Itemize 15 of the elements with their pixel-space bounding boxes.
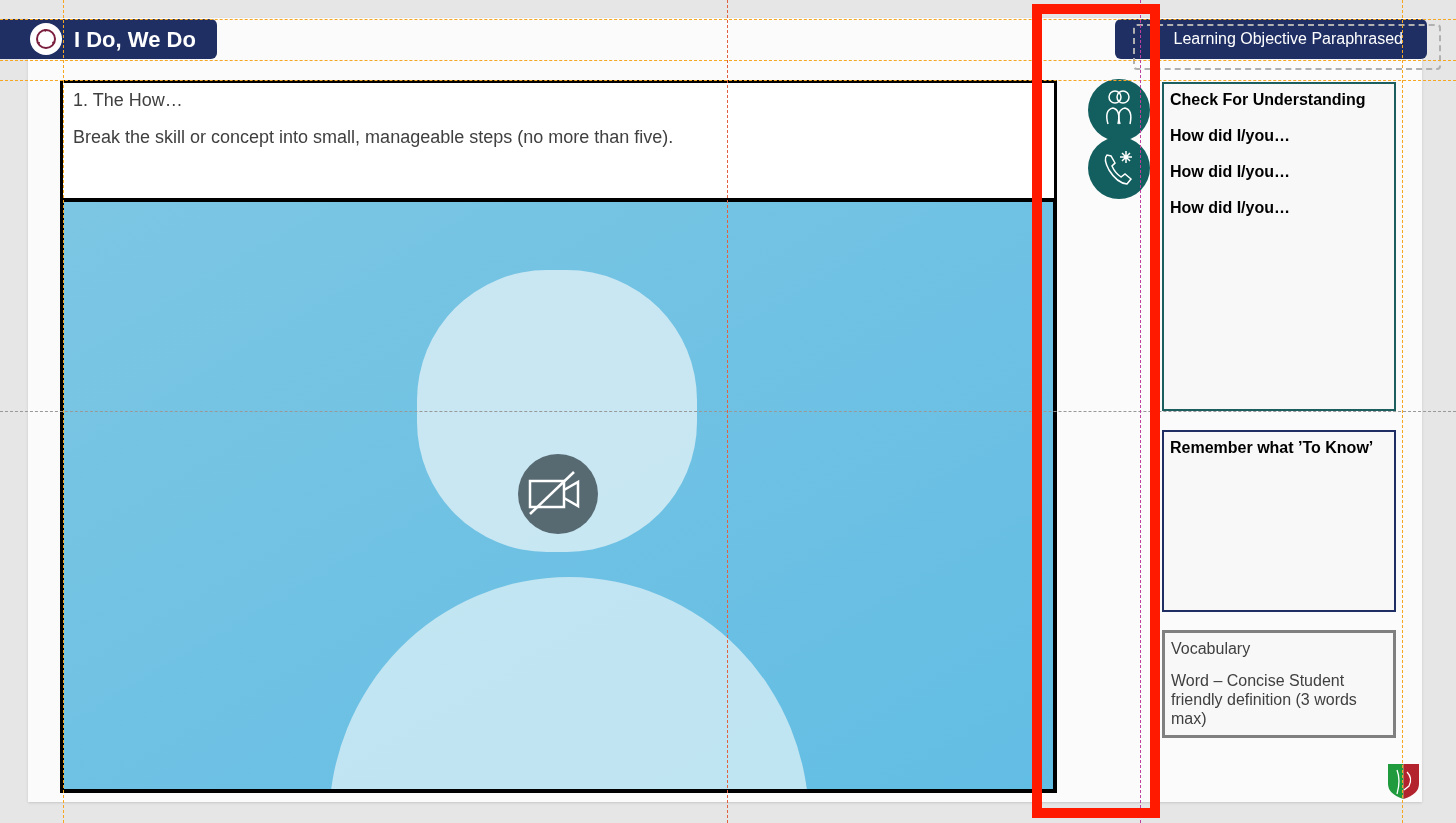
phone-icon <box>1088 137 1150 199</box>
cycle-icon <box>30 23 62 55</box>
check-prompt: How did I/you… <box>1170 126 1291 146</box>
check-prompt: How did I/you… <box>1170 162 1291 182</box>
step-heading: 1. The How… <box>73 89 184 112</box>
vocabulary-definition: Word – Concise Student friendly definition (3 words max) <box>1171 671 1358 728</box>
objective-text: Learning Objective Paraphrased <box>1173 29 1403 49</box>
camera-off-icon <box>518 454 598 534</box>
check-title: Check For Understanding <box>1170 90 1367 110</box>
people-icon <box>1088 79 1150 141</box>
step-text: Break the skill or concept into small, manageable steps (no more than five). <box>73 126 675 149</box>
vocabulary-title: Vocabulary <box>1171 639 1252 659</box>
remember-title: Remember what ’To Know’ <box>1170 438 1375 458</box>
check-prompt: How did I/you… <box>1170 198 1291 218</box>
slide-title: I Do, We Do <box>74 25 196 54</box>
